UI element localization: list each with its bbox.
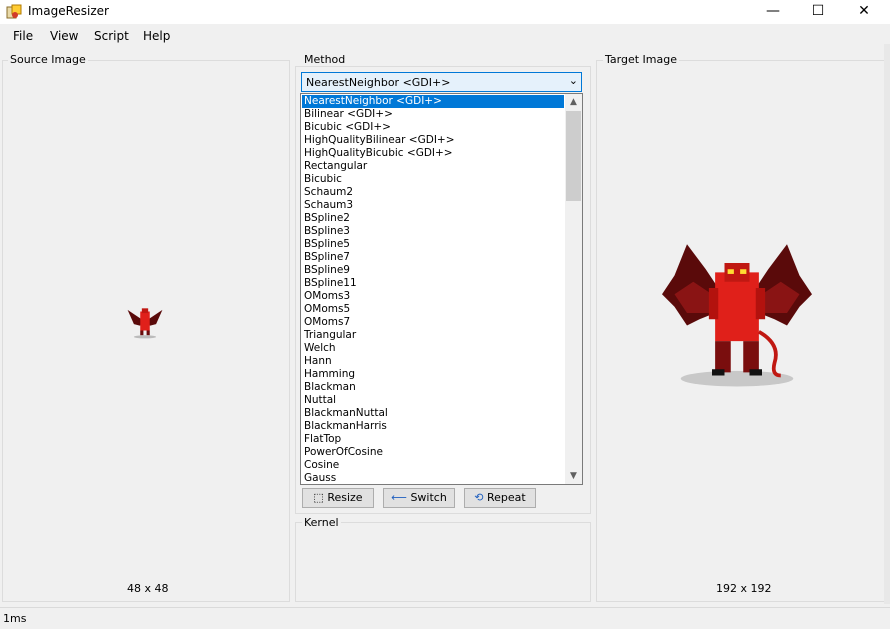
window-title: ImageResizer <box>28 4 109 18</box>
maximize-button[interactable]: ☐ <box>795 0 841 24</box>
method-option[interactable]: Schaum2 <box>304 186 564 199</box>
method-option[interactable]: BSpline2 <box>304 212 564 225</box>
resize-button[interactable]: ⬚ Resize <box>302 488 374 508</box>
source-image-label: Source Image <box>8 53 88 66</box>
method-option[interactable]: Blackman <box>304 381 564 394</box>
method-option[interactable]: Gauss <box>304 472 564 484</box>
method-option[interactable]: BlackmanNuttal <box>304 407 564 420</box>
method-option[interactable]: PowerOfCosine <box>304 446 564 459</box>
method-option[interactable]: BSpline7 <box>304 251 564 264</box>
menu-help[interactable]: Help <box>143 29 170 43</box>
status-bar <box>0 607 890 629</box>
method-dropdown[interactable]: NearestNeighbor <GDI+> ⌄ <box>301 72 582 92</box>
method-option[interactable]: Hann <box>304 355 564 368</box>
method-option[interactable]: NearestNeighbor <GDI+> <box>302 95 564 108</box>
method-option[interactable]: Bicubic <GDI+> <box>304 121 564 134</box>
arrow-left-icon: ⟵ <box>391 491 407 504</box>
method-option[interactable]: Nuttal <box>304 394 564 407</box>
menu-file[interactable]: File <box>13 29 33 43</box>
right-edge <box>884 44 890 604</box>
method-option[interactable]: OMoms5 <box>304 303 564 316</box>
method-dropdown-list[interactable]: NearestNeighbor <GDI+> Bilinear <GDI+> Bic… <box>300 93 583 485</box>
method-label: Method <box>302 53 348 66</box>
method-option[interactable]: HighQualityBicubic <GDI+> <box>304 147 564 160</box>
method-option[interactable]: HighQualityBilinear <GDI+> <box>304 134 564 147</box>
minimize-button[interactable]: — <box>750 0 796 24</box>
method-option[interactable]: Triangular <box>304 329 564 342</box>
target-size-label: 192 x 192 <box>716 582 772 595</box>
method-option[interactable]: BSpline9 <box>304 264 564 277</box>
menu-view[interactable]: View <box>50 29 78 43</box>
method-option[interactable]: BSpline5 <box>304 238 564 251</box>
kernel-group <box>295 522 591 602</box>
kernel-label: Kernel <box>302 516 341 529</box>
target-image-label: Target Image <box>603 53 679 66</box>
method-option[interactable]: Schaum3 <box>304 199 564 212</box>
target-image <box>662 244 812 387</box>
method-option[interactable]: BlackmanHarris <box>304 420 564 433</box>
method-option[interactable]: Welch <box>304 342 564 355</box>
method-option[interactable]: OMoms3 <box>304 290 564 303</box>
chevron-down-icon[interactable]: ⌄ <box>569 74 578 87</box>
source-size-label: 48 x 48 <box>127 582 169 595</box>
scroll-up-icon[interactable]: ▲ <box>565 94 582 110</box>
close-button[interactable]: ✕ <box>841 0 887 24</box>
repeat-button[interactable]: ⟲ Repeat <box>464 488 536 508</box>
method-option[interactable]: Bilinear <GDI+> <box>304 108 564 121</box>
switch-button[interactable]: ⟵ Switch <box>383 488 455 508</box>
resize-icon: ⬚ <box>313 491 324 504</box>
method-option[interactable]: Bicubic <box>304 173 564 186</box>
method-option[interactable]: FlatTop <box>304 433 564 446</box>
repeat-button-label: Repeat <box>486 491 526 504</box>
switch-button-label: Switch <box>410 491 447 504</box>
method-option[interactable]: Hamming <box>304 368 564 381</box>
menu-script[interactable]: Script <box>94 29 129 43</box>
method-option[interactable]: BSpline11 <box>304 277 564 290</box>
repeat-icon: ⟲ <box>474 491 484 504</box>
menu-bar <box>0 26 890 48</box>
scroll-down-icon[interactable]: ▼ <box>565 468 582 484</box>
method-option[interactable]: Cosine <box>304 459 564 472</box>
method-option[interactable]: OMoms7 <box>304 316 564 329</box>
scrollbar-thumb[interactable] <box>566 111 581 201</box>
dropdown-scrollbar[interactable]: ▲ ▼ <box>565 94 582 484</box>
method-option[interactable]: BSpline3 <box>304 225 564 238</box>
method-dropdown-value: NearestNeighbor <GDI+> <box>306 76 451 89</box>
source-image <box>127 308 163 339</box>
status-text: 1ms <box>3 612 27 625</box>
app-icon <box>6 4 22 19</box>
resize-button-label: Resize <box>327 491 363 504</box>
method-option[interactable]: Rectangular <box>304 160 564 173</box>
